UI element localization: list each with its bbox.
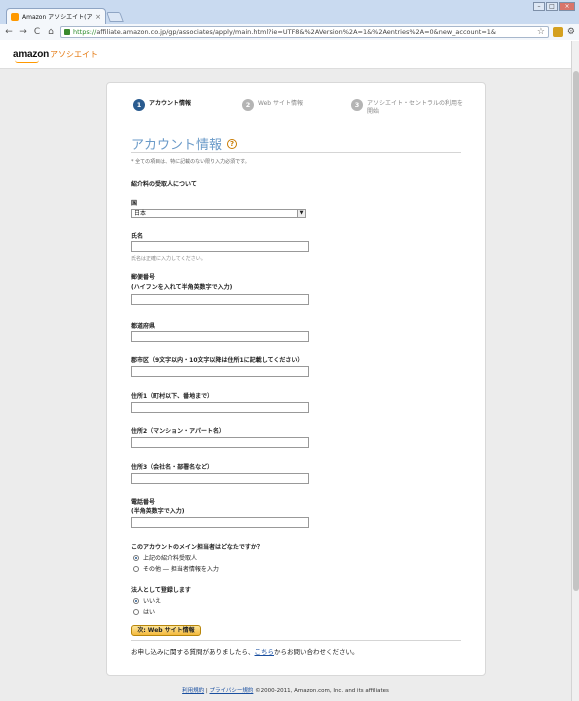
phone-label: 電話番号	[131, 499, 156, 506]
city-label: 郡市区（9文字以内・10文字以降は住所1に記載してください）	[131, 357, 304, 364]
url-scheme: https://	[73, 28, 97, 36]
forward-icon[interactable]: →	[18, 27, 28, 37]
radio-label: その他 ― 担当者情報を入力	[143, 566, 219, 573]
radio-label: いいえ	[143, 598, 162, 605]
step-number: 2	[242, 99, 254, 111]
divider	[131, 640, 461, 641]
maximize-icon[interactable]: □	[546, 2, 558, 11]
corporate-question: 法人として登録します	[131, 587, 191, 594]
url-rest: affiliate.amazon.co.jp/gp/associates/app…	[96, 28, 496, 36]
step-label: アカウント情報	[149, 100, 192, 107]
radio-contact-other[interactable]: その他 ― 担当者情報を入力	[133, 564, 219, 573]
contact-pre: お申し込みに関する質問がありましたら、	[131, 648, 255, 656]
tab-title: Amazon アソシエイト(アフィリエ	[22, 14, 93, 21]
contact-post: からお問い合わせください。	[274, 648, 359, 656]
bookmark-star-icon[interactable]: ☆	[537, 27, 545, 37]
country-select[interactable]: 日本 ▼	[131, 209, 306, 218]
tab-close-icon[interactable]: ×	[95, 13, 101, 21]
contact-line: お申し込みに関する質問がありましたら、こちらからお問い合わせください。	[131, 646, 359, 656]
close-window-icon[interactable]: ×	[559, 2, 575, 11]
help-icon[interactable]: ?	[227, 138, 238, 149]
radio-label: 上記の紹介料受取人	[143, 555, 198, 562]
step-number: 3	[351, 99, 363, 111]
smile-icon	[15, 60, 39, 63]
radio-corp-yes[interactable]: はい	[133, 607, 155, 616]
required-note: * 全ての項目は、特に記載のない限り入力必須です。	[131, 159, 250, 165]
radio-contact-payee[interactable]: 上記の紹介料受取人	[133, 553, 197, 562]
contact-question: このアカウントのメイン担当者はどなたですか？	[131, 544, 263, 551]
postal-sublabel: (ハイフンを入れて半角英数字で入力)	[131, 284, 233, 291]
page-title-text: アカウント情報	[131, 138, 223, 153]
address3-label: 住所3（会社名・部署名など）	[131, 464, 214, 471]
step-label: アソシエイト・セントラルの利用を開始	[367, 100, 464, 115]
postal-label: 郵便番号	[131, 274, 156, 281]
name-field[interactable]	[131, 241, 309, 252]
radio-circle[interactable]	[133, 608, 139, 615]
address2-field[interactable]	[131, 437, 309, 448]
contact-link[interactable]: こちら	[255, 648, 275, 656]
copyright-text: ©2000-2011, Amazon.com, Inc. and its aff…	[253, 688, 389, 694]
address-bar[interactable]: https://affiliate.amazon.co.jp/gp/associ…	[60, 26, 549, 38]
terms-link[interactable]: 利用規約	[182, 688, 204, 694]
radio-label: はい	[143, 609, 156, 616]
city-field[interactable]	[131, 366, 309, 377]
step-start-central: 3 アソシエイト・セントラルの利用を開始	[351, 99, 467, 116]
page-footer: 利用規約 | プライバシー規約 ©2000-2011, Amazon.com, …	[0, 686, 571, 694]
extension-icon[interactable]	[552, 27, 563, 37]
phone-sublabel: (半角英数字で入力)	[131, 508, 185, 515]
radio-circle[interactable]	[133, 554, 139, 561]
address3-field[interactable]	[131, 473, 309, 484]
step-number: 1	[133, 99, 145, 111]
address2-label: 住所2（マンション・アパート名）	[131, 428, 226, 435]
browser-tab[interactable]: Amazon アソシエイト(アフィリエ ×	[6, 8, 106, 24]
privacy-link[interactable]: プライバシー規約	[209, 688, 253, 694]
prefecture-field[interactable]	[131, 331, 309, 342]
lock-icon	[64, 29, 70, 35]
name-label: 氏名	[131, 233, 144, 240]
country-label: 国	[131, 200, 138, 207]
step-website-info: 2 Web サイト情報	[242, 99, 358, 111]
chevron-down-icon: ▼	[297, 210, 305, 217]
home-icon[interactable]: ⌂	[46, 27, 56, 37]
prefecture-label: 都道府県	[131, 323, 156, 330]
postal-field[interactable]	[131, 294, 309, 305]
site-header: amazon アソシエイト	[0, 41, 571, 69]
signup-card: 1 アカウント情報 2 Web サイト情報 3 アソシエイト・セントラルの利用を…	[106, 82, 486, 676]
country-value: 日本	[134, 210, 147, 217]
divider	[131, 152, 461, 153]
url-text: https://affiliate.amazon.co.jp/gp/associ…	[73, 28, 534, 36]
back-icon[interactable]: ←	[4, 27, 14, 37]
radio-corp-no[interactable]: いいえ	[133, 596, 161, 605]
amazon-associates-logo[interactable]: amazon アソシエイト	[13, 49, 99, 63]
browser-toolbar: ← → C ⌂ https://affiliate.amazon.co.jp/g…	[0, 24, 579, 40]
address1-field[interactable]	[131, 402, 309, 413]
scrollbar[interactable]	[571, 41, 579, 701]
step-label: Web サイト情報	[258, 100, 303, 107]
new-tab-button[interactable]	[106, 12, 124, 22]
address1-label: 住所1（町村以下、番地まで）	[131, 393, 214, 400]
amazon-favicon-icon	[11, 12, 19, 21]
reload-icon[interactable]: C	[32, 27, 42, 37]
radio-circle[interactable]	[133, 597, 139, 604]
scrollbar-thumb[interactable]	[573, 71, 579, 591]
browser-chrome: Amazon アソシエイト(アフィリエ × – □ × ← → C ⌂ http…	[0, 0, 579, 40]
wrench-menu-icon[interactable]: ⚙	[567, 27, 575, 37]
section-payee: 紹介料の受取人について	[131, 181, 197, 188]
logo-brand: amazon	[13, 49, 50, 60]
minimize-icon[interactable]: –	[533, 2, 545, 11]
phone-field[interactable]	[131, 517, 309, 528]
window-controls: – □ ×	[533, 2, 575, 11]
next-website-info-button[interactable]: 次: Web サイト情報	[131, 625, 201, 636]
logo-suffix: アソシエイト	[50, 50, 99, 59]
step-account-info: 1 アカウント情報	[133, 99, 191, 111]
page-title: アカウント情報 ?	[131, 134, 238, 153]
name-hint: 氏名は正確に入力してください。	[131, 256, 206, 262]
progress-steps: 1 アカウント情報 2 Web サイト情報 3 アソシエイト・セントラルの利用を…	[133, 99, 473, 123]
radio-circle[interactable]	[133, 565, 139, 572]
